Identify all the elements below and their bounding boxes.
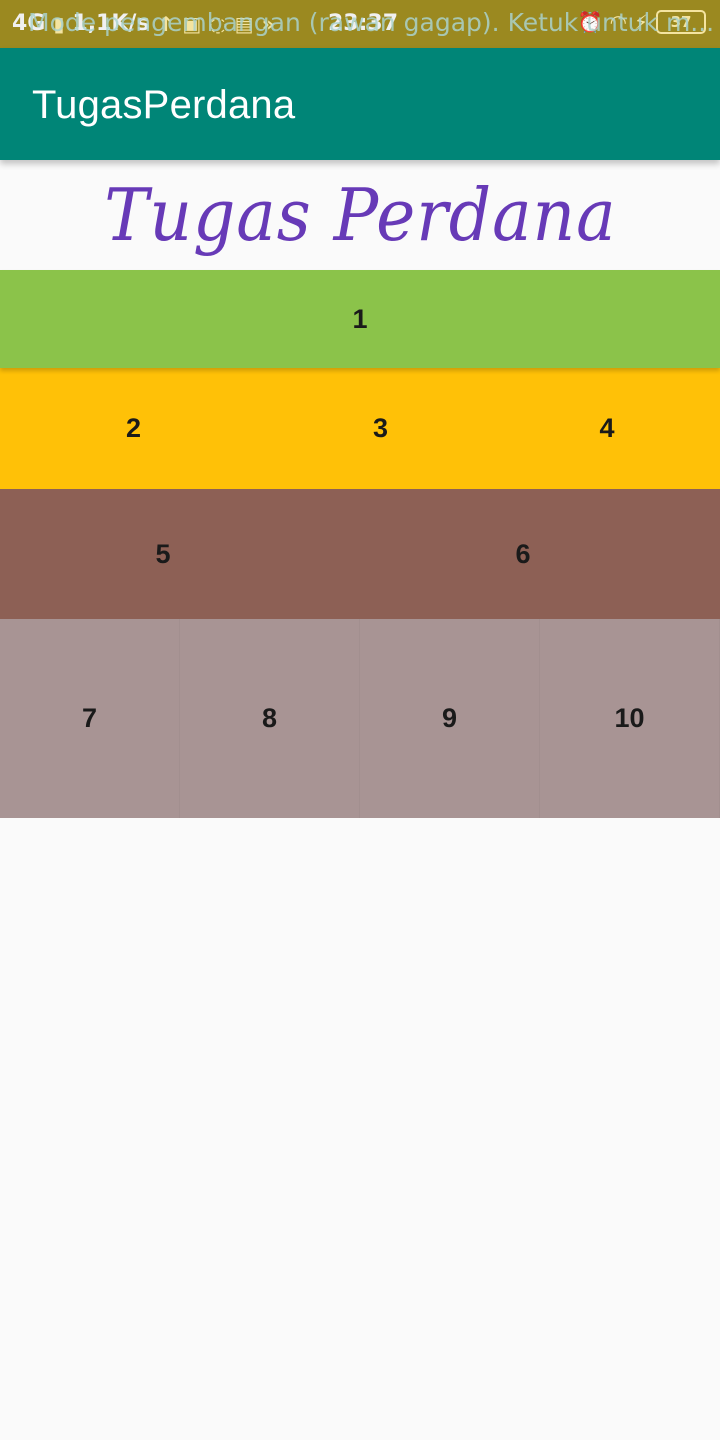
grid-row-3: 5 6 <box>0 489 720 619</box>
page-heading: Tugas Perdana <box>103 173 617 257</box>
status-bar: 4G ▮ 1,1K/s ↑ ▣ ◌ ▤ » 23:37 ⏰ ◠ ⚡ 37 Mod… <box>0 0 720 48</box>
cell-6: 6 <box>515 538 531 569</box>
cell-10: 10 <box>540 619 720 818</box>
cell-2: 2 <box>125 413 142 443</box>
heading-container: Tugas Perdana <box>0 160 720 270</box>
cell-8: 8 <box>180 619 360 818</box>
developer-mode-notification[interactable]: Mode pengembangan (rawan gagap). Ketuk u… <box>28 8 714 37</box>
app-title: TugasPerdana <box>32 83 296 127</box>
app-bar: TugasPerdana <box>0 48 720 160</box>
screen: 4G ▮ 1,1K/s ↑ ▣ ◌ ▤ » 23:37 ⏰ ◠ ⚡ 37 Mod… <box>0 0 720 1440</box>
grid-row-2: 2 3 4 <box>0 368 720 489</box>
cell-9: 9 <box>360 619 540 818</box>
cell-5: 5 <box>155 538 171 569</box>
cell-3: 3 <box>372 413 389 443</box>
cell-4: 4 <box>599 413 615 443</box>
status-notification-overlay[interactable]: Mode pengembangan (rawan gagap). Ketuk u… <box>0 0 720 48</box>
grid-row-4: 7 8 9 10 <box>0 619 720 818</box>
grid-row-1: 1 <box>0 270 720 368</box>
cell-7: 7 <box>0 619 180 818</box>
cell-1: 1 <box>352 303 368 334</box>
